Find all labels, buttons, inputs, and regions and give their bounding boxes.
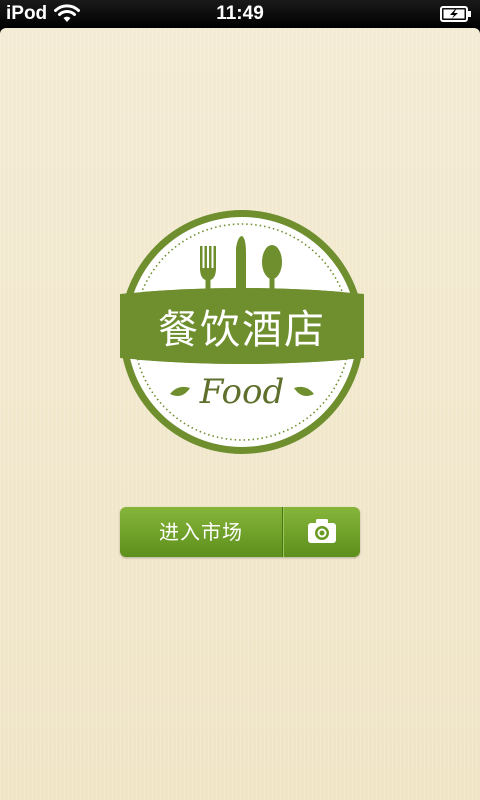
- enter-market-button[interactable]: 进入市场: [120, 507, 282, 557]
- status-bar: iPod 11:49: [0, 0, 480, 28]
- app-logo: 餐饮酒店 Food: [118, 208, 366, 456]
- camera-button[interactable]: [284, 507, 360, 557]
- logo-title: 餐饮酒店: [158, 307, 326, 353]
- battery-charging-icon: [440, 6, 472, 22]
- splash-content: 餐饮酒店 Food 进入市场: [0, 28, 480, 800]
- camera-icon: [308, 519, 336, 543]
- knife-icon: [236, 236, 246, 300]
- clock: 11:49: [216, 3, 264, 24]
- logo-subtitle: Food: [199, 372, 285, 412]
- entry-button-group: 进入市场: [120, 507, 360, 557]
- app-screen: iPod 11:49 餐饮酒店 Food 进入市场: [0, 0, 480, 800]
